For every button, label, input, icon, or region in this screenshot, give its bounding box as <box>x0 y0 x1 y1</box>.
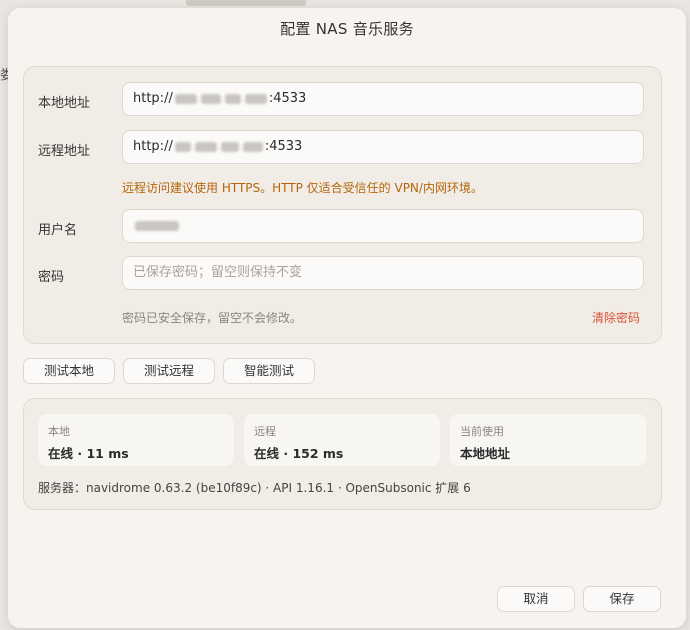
local-status-value: 在线 · 11 ms <box>48 446 129 461</box>
remote-status-value: 在线 · 152 ms <box>254 446 344 461</box>
redacted-host <box>174 142 191 152</box>
username-label: 用户名 <box>38 223 78 238</box>
https-warning: 远程访问建议使用 HTTPS。HTTP 仅适合受信任的 VPN/内网环境。 <box>122 181 483 195</box>
test-local-button[interactable]: 测试本地 <box>23 358 115 384</box>
current-status-tile: 当前使用 本地地址 <box>450 414 646 466</box>
local-address-input[interactable]: http:// :4533 <box>122 82 644 116</box>
save-button[interactable]: 保存 <box>583 586 661 612</box>
redacted-host <box>244 94 267 104</box>
redacted-host <box>224 94 241 104</box>
current-status-title: 当前使用 <box>460 425 504 438</box>
remote-status-title: 远程 <box>254 425 276 438</box>
remote-address-label: 远程地址 <box>38 144 91 159</box>
local-address-prefix: http:// <box>133 91 173 106</box>
username-input[interactable] <box>122 209 644 243</box>
redacted-host <box>242 142 263 152</box>
current-status-value: 本地地址 <box>460 446 511 461</box>
password-input[interactable]: 已保存密码；留空则保持不变 <box>122 256 644 290</box>
nas-config-dialog: 配置 NAS 音乐服务 本地地址 http:// :4533 远程地址 http… <box>8 8 686 628</box>
smart-test-button[interactable]: 智能测试 <box>223 358 315 384</box>
remote-address-prefix: http:// <box>133 139 173 154</box>
clear-password-link[interactable]: 清除密码 <box>592 309 640 326</box>
redacted-username <box>135 221 179 231</box>
dialog-title: 配置 NAS 音乐服务 <box>280 20 414 38</box>
remote-address-input[interactable]: http:// :4533 <box>122 130 644 164</box>
redacted-host <box>220 142 239 152</box>
password-placeholder: 已保存密码；留空则保持不变 <box>133 265 303 280</box>
server-info: 服务器：navidrome 0.63.2 (be10f89c) · API 1.… <box>38 481 471 495</box>
redacted-host <box>194 142 217 152</box>
remote-address-port: :4533 <box>264 139 303 154</box>
redacted-host <box>174 94 197 104</box>
connection-form: 本地地址 http:// :4533 远程地址 http:// :4533 远程… <box>23 66 662 344</box>
connection-status-panel: 本地 在线 · 11 ms 远程 在线 · 152 ms 当前使用 本地地址 服… <box>23 398 662 510</box>
background-tab-strip <box>186 0 306 6</box>
local-address-label: 本地地址 <box>38 96 91 111</box>
local-address-port: :4533 <box>268 91 307 106</box>
local-status-tile: 本地 在线 · 11 ms <box>38 414 234 466</box>
cancel-button[interactable]: 取消 <box>497 586 575 612</box>
password-saved-hint: 密码已安全保存，留空不会修改。 <box>122 311 303 325</box>
redacted-host <box>200 94 221 104</box>
remote-status-tile: 远程 在线 · 152 ms <box>244 414 440 466</box>
local-status-title: 本地 <box>48 425 70 438</box>
test-remote-button[interactable]: 测试远程 <box>123 358 215 384</box>
password-label: 密码 <box>38 270 65 285</box>
